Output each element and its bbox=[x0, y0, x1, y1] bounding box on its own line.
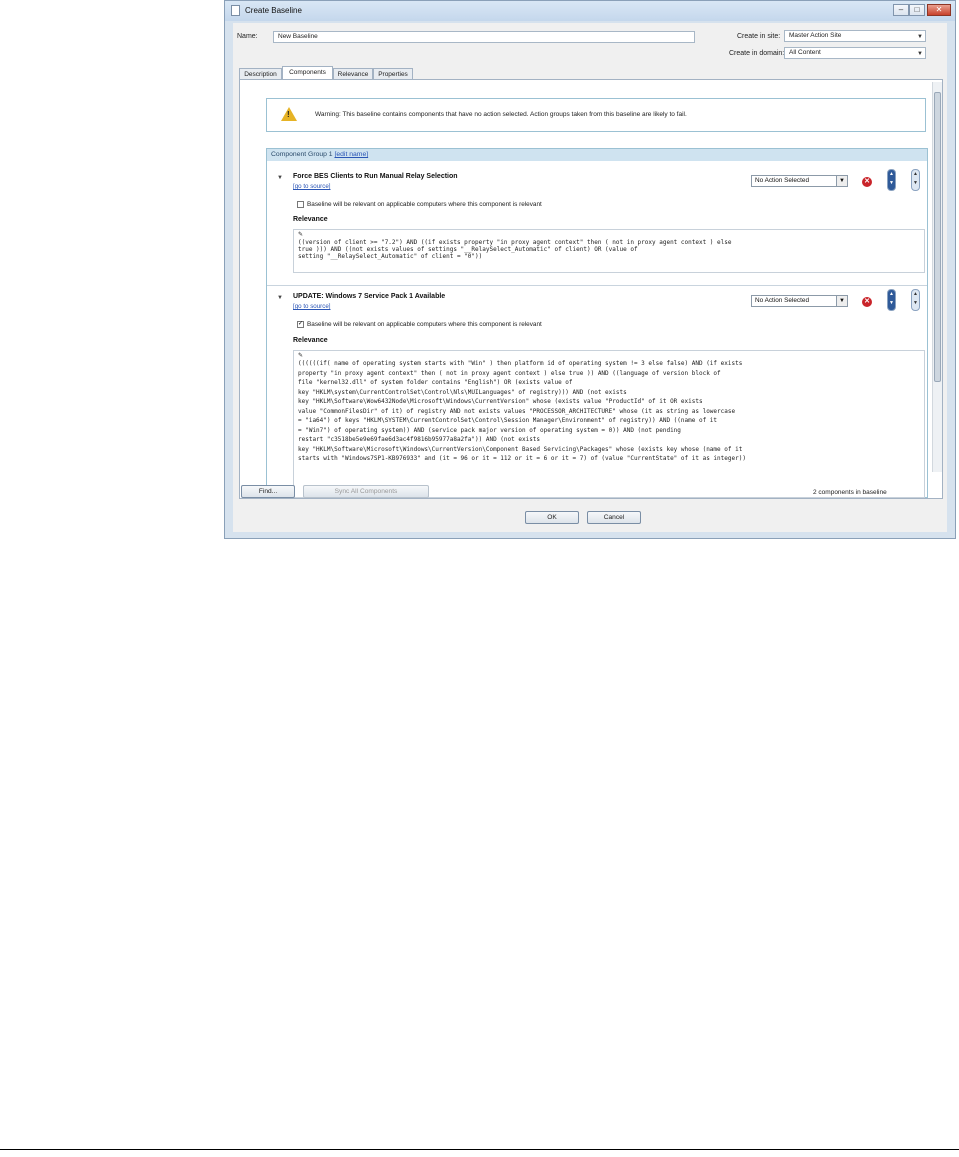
cancel-button[interactable]: Cancel bbox=[587, 511, 641, 524]
relevance-line: key "HKLM\Software\Microsoft\Windows\Cur… bbox=[298, 445, 743, 453]
relevance-line: = "Win7") of operating system)) AND (ser… bbox=[298, 426, 681, 434]
go-to-source-link[interactable]: [go to source] bbox=[293, 303, 331, 310]
chevron-down-icon: ▼ bbox=[836, 176, 847, 186]
action-select-value: No Action Selected bbox=[755, 297, 809, 304]
chevron-down-icon: ▼ bbox=[917, 51, 923, 57]
domain-select-value: All Content bbox=[789, 49, 821, 56]
domain-label: Create in domain: bbox=[729, 50, 785, 57]
component-title: Force BES Clients to Run Manual Relay Se… bbox=[293, 173, 458, 180]
relevance-line: true ))) AND ((not exists values of sett… bbox=[298, 246, 638, 254]
panel-scrollbar[interactable] bbox=[932, 82, 942, 472]
edit-pen-icon: ✎ bbox=[298, 232, 304, 238]
action-select[interactable]: No Action Selected ▼ bbox=[751, 175, 848, 187]
relevance-checkbox-label: Baseline will be relevant on applicable … bbox=[307, 321, 542, 328]
relevance-checkbox[interactable] bbox=[297, 201, 304, 208]
collapse-caret-icon[interactable]: ▼ bbox=[277, 175, 283, 181]
warning-text: Warning: This baseline contains componen… bbox=[315, 111, 687, 118]
move-down-button[interactable]: ▲ ▼ bbox=[911, 169, 920, 191]
relevance-code-box[interactable]: ✎ ((((((if( name of operating system sta… bbox=[293, 350, 925, 498]
chevron-down-icon: ▼ bbox=[836, 296, 847, 306]
maximize-button[interactable]: □ bbox=[909, 4, 925, 16]
edit-pen-icon: ✎ bbox=[298, 353, 304, 359]
close-button[interactable]: ✕ bbox=[927, 4, 951, 16]
relevance-line: setting "__RelaySelect_Automatic" of cli… bbox=[298, 253, 483, 261]
find-button[interactable]: Find... bbox=[241, 485, 295, 498]
remove-component-icon[interactable]: ✕ bbox=[862, 297, 872, 307]
component-count: 2 components in baseline bbox=[813, 489, 887, 496]
relevance-header: Relevance bbox=[293, 216, 328, 223]
relevance-line: ((version of client >= "7.2") AND ((if e… bbox=[298, 239, 732, 246]
name-label: Name: bbox=[237, 33, 258, 40]
collapse-caret-icon[interactable]: ▼ bbox=[277, 295, 283, 301]
name-input[interactable]: New Baseline bbox=[273, 31, 695, 43]
move-up-button[interactable]: ▲ ▼ bbox=[887, 169, 896, 191]
window-title: Create Baseline bbox=[245, 6, 302, 15]
component-group-title: Component Group 1 bbox=[271, 151, 333, 158]
remove-component-icon[interactable]: ✕ bbox=[862, 177, 872, 187]
site-select[interactable]: Master Action Site ▼ bbox=[784, 30, 926, 42]
move-up-button[interactable]: ▲ ▼ bbox=[887, 289, 896, 311]
document-icon bbox=[231, 5, 240, 16]
domain-select[interactable]: All Content ▼ bbox=[784, 47, 926, 59]
components-panel: ! Warning: This baseline contains compon… bbox=[239, 79, 943, 499]
chevron-down-icon: ▼ bbox=[917, 34, 923, 40]
move-down-button[interactable]: ▲ ▼ bbox=[911, 289, 920, 311]
relevance-line: starts with "Windows7SP1-KB976933" and (… bbox=[298, 455, 746, 462]
dialog-client-area: Name: New Baseline Create in site: Maste… bbox=[233, 23, 947, 532]
relevance-line: = "ia64") of keys "HKLM\SYSTEM\CurrentCo… bbox=[298, 417, 718, 424]
action-select-value: No Action Selected bbox=[755, 177, 809, 184]
site-label: Create in site: bbox=[737, 33, 781, 40]
title-bar[interactable]: Create Baseline – □ ✕ bbox=[225, 1, 955, 21]
component-group-header: Component Group 1 [edit name] bbox=[267, 149, 927, 161]
component-group: Component Group 1 [edit name] ▼ Force BE… bbox=[266, 148, 928, 498]
create-baseline-window: Create Baseline – □ ✕ Name: New Baseline… bbox=[224, 0, 956, 539]
relevance-line: key "HKLM\Software\Wow6432Node\Microsoft… bbox=[298, 398, 703, 405]
ok-button[interactable]: OK bbox=[525, 511, 579, 524]
minimize-button[interactable]: – bbox=[893, 4, 909, 16]
scrollbar-thumb[interactable] bbox=[934, 92, 941, 382]
tab-components[interactable]: Components bbox=[282, 66, 333, 80]
relevance-line: value "CommonFilesDir" of it) of registr… bbox=[298, 407, 736, 415]
site-select-value: Master Action Site bbox=[789, 32, 842, 39]
relevance-checkbox[interactable]: ✓ bbox=[297, 321, 304, 328]
relevance-checkbox-label: Baseline will be relevant on applicable … bbox=[307, 201, 542, 208]
relevance-line: ((((((if( name of operating system start… bbox=[298, 360, 743, 367]
warning-banner: ! Warning: This baseline contains compon… bbox=[266, 98, 926, 132]
component-title: UPDATE: Windows 7 Service Pack 1 Availab… bbox=[293, 293, 446, 300]
relevance-header: Relevance bbox=[293, 337, 328, 344]
relevance-line: restart "c3518be5e9e69fae6d3ac4f9816b959… bbox=[298, 436, 541, 443]
edit-name-link[interactable]: [edit name] bbox=[334, 151, 368, 158]
go-to-source-link[interactable]: [go to source] bbox=[293, 183, 331, 190]
page-bottom-rule bbox=[0, 1149, 959, 1150]
relevance-line: key "HKLM\system\CurrentControlSet\Contr… bbox=[298, 388, 627, 396]
relevance-line: property "in proxy agent context" then (… bbox=[298, 369, 721, 377]
warning-triangle-icon: ! bbox=[281, 107, 297, 121]
action-select[interactable]: No Action Selected ▼ bbox=[751, 295, 848, 307]
component-divider bbox=[267, 285, 927, 286]
sync-all-components-button[interactable]: Sync All Components bbox=[303, 485, 429, 498]
relevance-code-box[interactable]: ✎ ((version of client >= "7.2") AND ((if… bbox=[293, 229, 925, 273]
relevance-line: file "kernel32.dll" of system folder con… bbox=[298, 379, 573, 386]
